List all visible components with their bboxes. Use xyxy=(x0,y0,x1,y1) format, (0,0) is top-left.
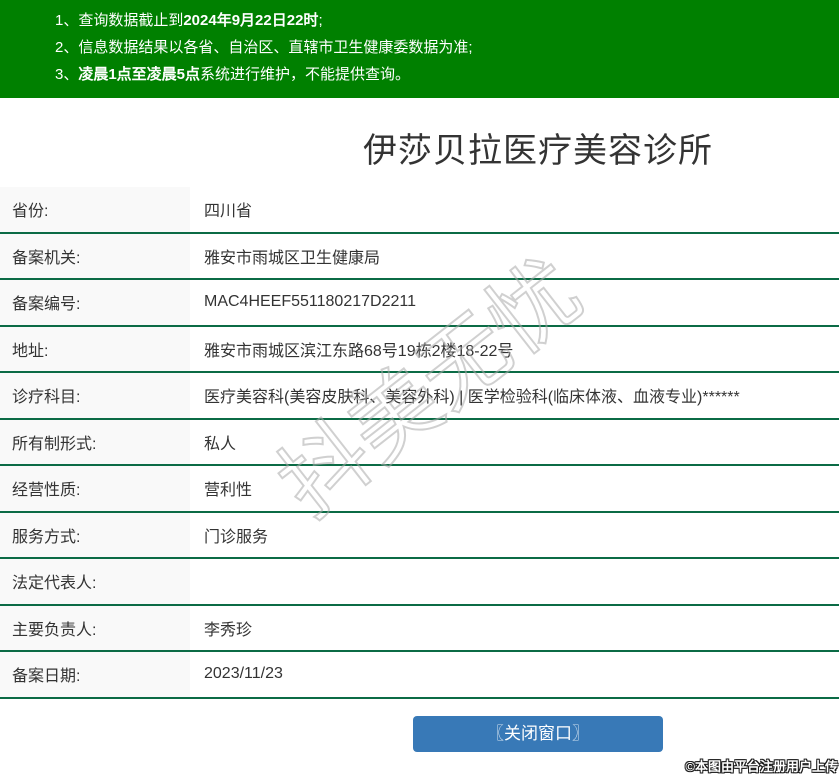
row-label: 法定代表人: xyxy=(0,559,190,604)
table-row: 诊疗科目: 医疗美容科(美容皮肤科、美容外科) | 医学检验科(临床体液、血液专… xyxy=(0,373,839,420)
button-area: 〖关闭窗口〗 xyxy=(0,715,839,752)
notice-text: ; xyxy=(318,12,323,29)
row-label: 主要负责人: xyxy=(0,605,190,650)
notice-line: 1、查询数据截止到2024年9月22日22时; xyxy=(55,7,839,34)
table-row: 省份: 四川省 xyxy=(0,187,839,234)
main-content: 伊莎贝拉医疗美容诊所 省份: 四川省 备案机关: 雅安市雨城区卫生健康局 备案编… xyxy=(0,133,839,752)
table-row: 地址: 雅安市雨城区滨江东路68号19栋2楼18-22号 xyxy=(0,326,839,373)
row-value: 2023/11/23 xyxy=(204,665,283,683)
row-label: 地址: xyxy=(0,326,190,371)
notice-text: 1、查询数据截止到 xyxy=(55,12,184,29)
notice-text: 3、 xyxy=(55,66,79,83)
row-value: 四川省 xyxy=(204,203,253,221)
notice-banner: 1、查询数据截止到2024年9月22日22时; 2、信息数据结果以各省、自治区、… xyxy=(0,0,839,98)
row-value: 私人 xyxy=(204,435,237,453)
page-title: 伊莎贝拉医疗美容诊所 xyxy=(363,132,713,170)
row-label: 服务方式: xyxy=(0,512,190,557)
row-value: MAC4HEEF551180217D2211 xyxy=(204,293,416,311)
table-row: 主要负责人: 李秀珍 xyxy=(0,605,839,652)
table-row: 备案机关: 雅安市雨城区卫生健康局 xyxy=(0,233,839,280)
notice-text-bold: 2024年9月22日22时 xyxy=(183,12,319,29)
notice-text: 2、信息数据结果以各省、自治区、直辖市卫生健康委数据为准; xyxy=(55,39,473,56)
row-label: 省份: xyxy=(0,187,190,232)
upload-credit-watermark: ©本图由平台注册用户上传 xyxy=(685,759,838,774)
notice-line: 3、凌晨1点至凌晨5点系统进行维护，不能提供查询。 xyxy=(55,61,839,88)
table-row: 备案日期: 2023/11/23 xyxy=(0,652,839,699)
row-label: 诊疗科目: xyxy=(0,373,190,418)
row-label: 备案日期: xyxy=(0,652,190,697)
table-row: 所有制形式: 私人 xyxy=(0,419,839,466)
row-value: 李秀珍 xyxy=(204,621,253,639)
row-label: 经营性质: xyxy=(0,466,190,511)
row-value: 雅安市雨城区卫生健康局 xyxy=(204,249,381,267)
row-label: 备案机关: xyxy=(0,233,190,278)
row-value: 营利性 xyxy=(204,482,253,500)
row-value: 门诊服务 xyxy=(204,528,269,546)
registration-info-table: 省份: 四川省 备案机关: 雅安市雨城区卫生健康局 备案编号: MAC4HEEF… xyxy=(0,187,839,699)
row-value: 雅安市雨城区滨江东路68号19栋2楼18-22号 xyxy=(204,342,514,360)
notice-text: 系统进行维护，不能提供查询。 xyxy=(200,66,411,83)
table-row: 服务方式: 门诊服务 xyxy=(0,512,839,559)
row-label: 备案编号: xyxy=(0,280,190,325)
row-value: 医疗美容科(美容皮肤科、美容外科) | 医学检验科(临床体液、血液专业)****… xyxy=(204,389,740,407)
table-row: 经营性质: 营利性 xyxy=(0,466,839,513)
notice-text-bold: 凌晨1点至凌晨5点 xyxy=(78,66,201,83)
table-row: 备案编号: MAC4HEEF551180217D2211 xyxy=(0,280,839,327)
close-window-button[interactable]: 〖关闭窗口〗 xyxy=(413,715,663,752)
row-label: 所有制形式: xyxy=(0,419,190,464)
notice-line: 2、信息数据结果以各省、自治区、直辖市卫生健康委数据为准; xyxy=(55,34,839,61)
table-row: 法定代表人: xyxy=(0,559,839,606)
